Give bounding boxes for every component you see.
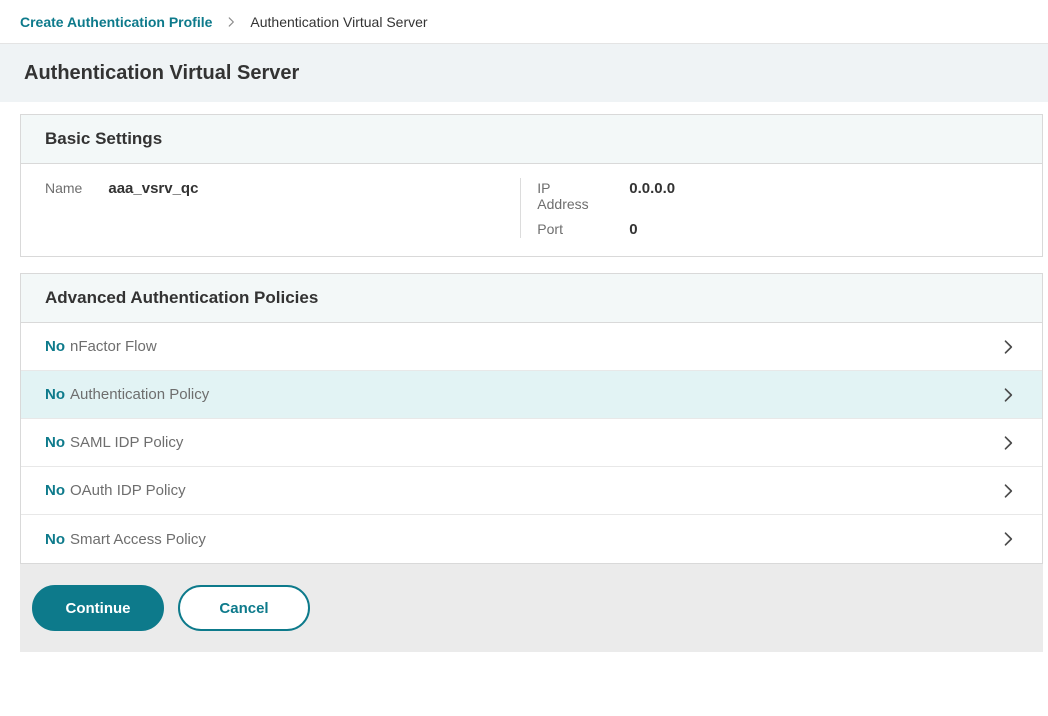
advanced-authentication-policies-card: Advanced Authentication Policies No nFac…: [20, 273, 1043, 564]
policy-label: Authentication Policy: [70, 386, 209, 403]
page-title: Authentication Virtual Server: [24, 62, 299, 85]
chevron-right-icon: [998, 385, 1018, 405]
port-value: 0: [629, 221, 675, 238]
policy-label: SAML IDP Policy: [70, 434, 183, 451]
chevron-right-icon: [998, 433, 1018, 453]
port-label: Port: [537, 221, 603, 237]
name-label: Name: [45, 180, 82, 196]
continue-button[interactable]: Continue: [32, 585, 164, 631]
basic-settings-name-field: Name aaa_vsrv_qc: [21, 178, 521, 238]
breadcrumb-link-create-authentication-profile[interactable]: Create Authentication Profile: [20, 14, 212, 30]
ip-address-value: 0.0.0.0: [629, 180, 675, 197]
policy-count: No: [45, 338, 65, 355]
policy-count: No: [45, 482, 65, 499]
policy-row-nfactor-flow[interactable]: No nFactor Flow: [21, 323, 1042, 371]
basic-settings-title: Basic Settings: [45, 129, 1018, 149]
advanced-policies-header: Advanced Authentication Policies: [21, 274, 1042, 323]
chevron-right-icon: [998, 481, 1018, 501]
cancel-button[interactable]: Cancel: [178, 585, 310, 631]
advanced-policies-title: Advanced Authentication Policies: [45, 288, 1018, 308]
basic-settings-body: Name aaa_vsrv_qc IP Address 0.0.0.0 Port…: [21, 164, 1042, 256]
policy-row-smart-access-policy[interactable]: No Smart Access Policy: [21, 515, 1042, 563]
policy-row-authentication-policy[interactable]: No Authentication Policy: [21, 371, 1042, 419]
policy-label: nFactor Flow: [70, 338, 157, 355]
chevron-right-icon: [998, 529, 1018, 549]
page-header: Authentication Virtual Server: [0, 44, 1048, 102]
basic-settings-card: Basic Settings Name aaa_vsrv_qc IP Addre…: [20, 114, 1043, 257]
basic-settings-header: Basic Settings: [21, 115, 1042, 164]
policy-row-saml-idp-policy[interactable]: No SAML IDP Policy: [21, 419, 1042, 467]
main-content: Basic Settings Name aaa_vsrv_qc IP Addre…: [0, 102, 1048, 652]
breadcrumb-current: Authentication Virtual Server: [250, 14, 427, 30]
policy-label: Smart Access Policy: [70, 531, 206, 548]
basic-settings-address-fields: IP Address 0.0.0.0 Port 0: [521, 178, 691, 238]
breadcrumb: Create Authentication Profile Authentica…: [0, 0, 1048, 44]
policy-count: No: [45, 386, 65, 403]
chevron-right-icon: [998, 337, 1018, 357]
ip-address-label: IP Address: [537, 180, 603, 212]
breadcrumb-separator-chevron-icon: [224, 15, 238, 29]
policy-count: No: [45, 434, 65, 451]
action-bar: Continue Cancel: [20, 564, 1043, 652]
policy-label: OAuth IDP Policy: [70, 482, 186, 499]
policy-row-oauth-idp-policy[interactable]: No OAuth IDP Policy: [21, 467, 1042, 515]
name-value: aaa_vsrv_qc: [108, 180, 198, 197]
policy-count: No: [45, 531, 65, 548]
